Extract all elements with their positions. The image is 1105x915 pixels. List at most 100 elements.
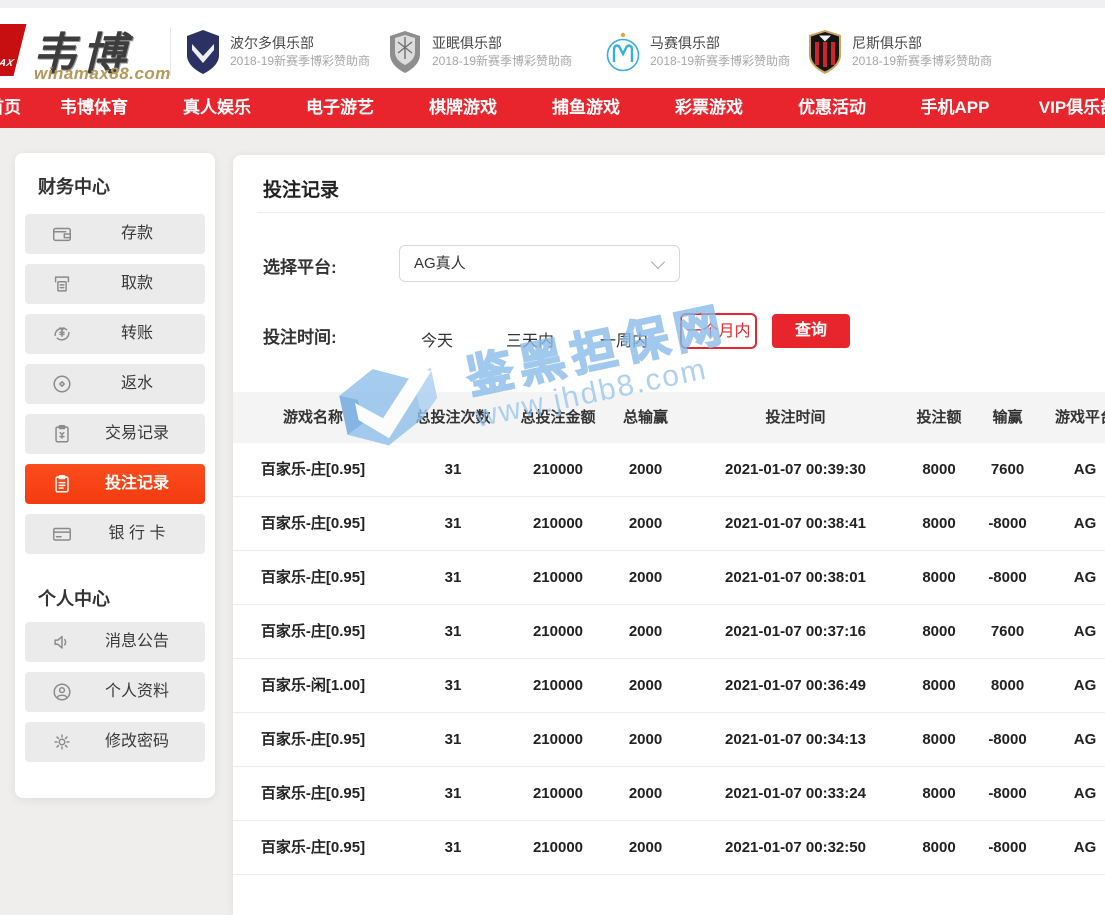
sidebar-item-rebate[interactable]: 返水 (25, 364, 205, 404)
table-cell: 2000 (603, 767, 688, 820)
winamax-logo-mark[interactable]: AX (0, 24, 26, 76)
table-cell: AG (1040, 551, 1105, 604)
time-option-2[interactable]: 一周内 (579, 327, 669, 351)
time-option-1[interactable]: 三天内 (485, 327, 575, 351)
sponsor-tagline: 2018-19新赛季博彩赞助商 (650, 53, 790, 70)
table-cell: 2000 (603, 605, 688, 658)
table-cell: -8000 (975, 551, 1040, 604)
sponsor-marseille: 马赛俱乐部2018-19新赛季博彩赞助商 (605, 28, 790, 76)
table-cell: 8000 (903, 713, 975, 766)
sidebar-item-deposit[interactable]: 存款 (25, 214, 205, 254)
table-cell: -8000 (975, 767, 1040, 820)
platform-select[interactable]: AG真人 (399, 245, 680, 282)
table-cell: 8000 (975, 659, 1040, 712)
nav-item-5[interactable]: 捕鱼游戏 (524, 88, 648, 128)
table-cell: 31 (393, 659, 513, 712)
sidebar-item-bet-records[interactable]: 投注记录 (25, 464, 205, 504)
table-cell: AG (1040, 821, 1105, 874)
sponsor-name: 尼斯俱乐部 (852, 34, 992, 53)
sidebar-item-label: 存款 (69, 214, 205, 254)
table-cell: 31 (393, 551, 513, 604)
sidebar-item-label: 投注记录 (69, 464, 205, 504)
sidebar-item-label: 返水 (69, 364, 205, 404)
time-label: 投注时间: (263, 323, 337, 348)
nav-item-8[interactable]: 手机APP (893, 88, 1017, 128)
table-header-cell: 总投注金额 (513, 392, 603, 443)
table-cell: 7600 (975, 443, 1040, 496)
table-cell: 31 (393, 443, 513, 496)
table-cell: 31 (393, 605, 513, 658)
sponsor-name: 亚眠俱乐部 (432, 34, 572, 53)
time-option-0[interactable]: 今天 (392, 327, 482, 351)
table-row: 百家乐-闲[1.00]3121000020002021-01-07 00:36:… (233, 659, 1105, 713)
table-cell: 210000 (513, 821, 603, 874)
table-row: 百家乐-庄[0.95]3121000020002021-01-07 00:34:… (233, 713, 1105, 767)
nav-item-1[interactable]: 韦博体育 (32, 88, 156, 128)
table-cell: 2000 (603, 443, 688, 496)
sponsor-name: 波尔多俱乐部 (230, 34, 370, 53)
sponsor-tagline: 2018-19新赛季博彩赞助商 (852, 53, 992, 70)
sidebar-item-announcements[interactable]: 消息公告 (25, 622, 205, 662)
finance-center-heading: 财务中心 (38, 173, 110, 199)
header-divider (170, 28, 171, 76)
table-cell: 2021-01-07 00:38:41 (688, 497, 903, 550)
sidebar-item-change-password[interactable]: 修改密码 (25, 722, 205, 762)
table-cell: -8000 (975, 713, 1040, 766)
table-cell: 2021-01-07 00:39:30 (688, 443, 903, 496)
nav-item-9[interactable]: VIP俱乐部 (1016, 88, 1105, 128)
site-header: AX 韦博 winamax88.com 波尔多俱乐部2018-19新赛季博彩赞助… (0, 8, 1105, 88)
nav-item-3[interactable]: 电子游艺 (278, 88, 402, 128)
title-divider (257, 212, 1105, 213)
bordeaux-badge (185, 29, 221, 75)
table-cell: 8000 (903, 821, 975, 874)
table-cell: 8000 (903, 659, 975, 712)
top-strip (0, 0, 1105, 8)
table-cell: 210000 (513, 659, 603, 712)
table-cell: AG (1040, 767, 1105, 820)
table-cell: 2000 (603, 713, 688, 766)
nav-item-0[interactable]: 首页 (0, 88, 34, 128)
table-cell: 百家乐-庄[0.95] (233, 767, 393, 820)
platform-select-value: AG真人 (414, 246, 466, 281)
table-header-cell: 总输赢 (603, 392, 688, 443)
nav-item-6[interactable]: 彩票游戏 (647, 88, 771, 128)
nav-item-7[interactable]: 优惠活动 (770, 88, 894, 128)
table-cell: 百家乐-庄[0.95] (233, 605, 393, 658)
sponsor-nice: 尼斯俱乐部2018-19新赛季博彩赞助商 (807, 28, 992, 76)
personal-center-heading: 个人中心 (38, 585, 110, 611)
table-cell: 8000 (903, 551, 975, 604)
sponsor-tagline: 2018-19新赛季博彩赞助商 (230, 53, 370, 70)
table-header-cell: 游戏名称 (233, 392, 393, 443)
time-option-3-selected[interactable]: 一个月内 (680, 313, 757, 349)
table-header-cell: 投注额 (903, 392, 975, 443)
table-cell: 210000 (513, 551, 603, 604)
sidebar-item-withdraw[interactable]: 取款 (25, 264, 205, 304)
table-cell: 8000 (903, 767, 975, 820)
sidebar-item-label: 交易记录 (69, 414, 205, 454)
table-cell: 2000 (603, 659, 688, 712)
sidebar-item-transfer[interactable]: 转账 (25, 314, 205, 354)
table-row: 百家乐-庄[0.95]3121000020002021-01-07 00:32:… (233, 821, 1105, 875)
table-header-cell: 输赢 (975, 392, 1040, 443)
table-cell: -8000 (975, 497, 1040, 550)
table-cell: 2021-01-07 00:34:13 (688, 713, 903, 766)
table-cell: 百家乐-庄[0.95] (233, 821, 393, 874)
sidebar-item-label: 取款 (69, 264, 205, 304)
marseille-badge (605, 29, 641, 75)
table-cell: 2000 (603, 821, 688, 874)
table-cell: 210000 (513, 713, 603, 766)
nav-item-2[interactable]: 真人娱乐 (155, 88, 279, 128)
sidebar-item-bank-card[interactable]: 银 行 卡 (25, 514, 205, 554)
chevron-down-icon (651, 255, 665, 269)
table-cell: -8000 (975, 821, 1040, 874)
table-header-cell: 游戏平台 (1040, 392, 1105, 443)
sidebar-item-transaction-records[interactable]: 交易记录 (25, 414, 205, 454)
table-cell: 2021-01-07 00:32:50 (688, 821, 903, 874)
table-cell: 百家乐-闲[1.00] (233, 659, 393, 712)
table-row: 百家乐-庄[0.95]3121000020002021-01-07 00:39:… (233, 443, 1105, 497)
table-cell: 2021-01-07 00:36:49 (688, 659, 903, 712)
nav-item-4[interactable]: 棋牌游戏 (401, 88, 525, 128)
query-button[interactable]: 查询 (772, 314, 850, 348)
sidebar-item-profile[interactable]: 个人资料 (25, 672, 205, 712)
table-cell: 2000 (603, 497, 688, 550)
